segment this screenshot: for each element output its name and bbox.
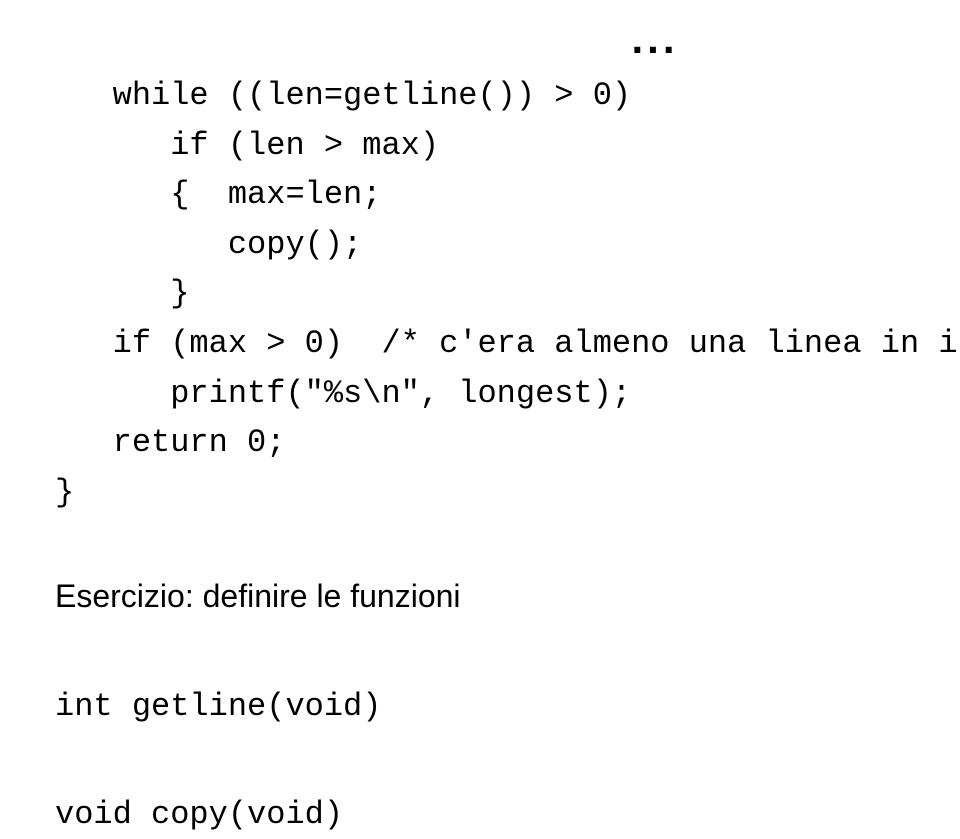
exercise-text: definire le funzioni [194,578,461,614]
exercise-line: Esercizio: definire le funzioni [55,572,905,623]
function-declaration-copy: void copy(void) [55,791,905,839]
code-block: while ((len=getline()) > 0) if (len > ma… [55,71,905,517]
ellipsis-continuation: ... [405,15,905,63]
function-declaration-getline: int getline(void) [55,683,905,731]
exercise-label: Esercizio: [55,578,194,614]
